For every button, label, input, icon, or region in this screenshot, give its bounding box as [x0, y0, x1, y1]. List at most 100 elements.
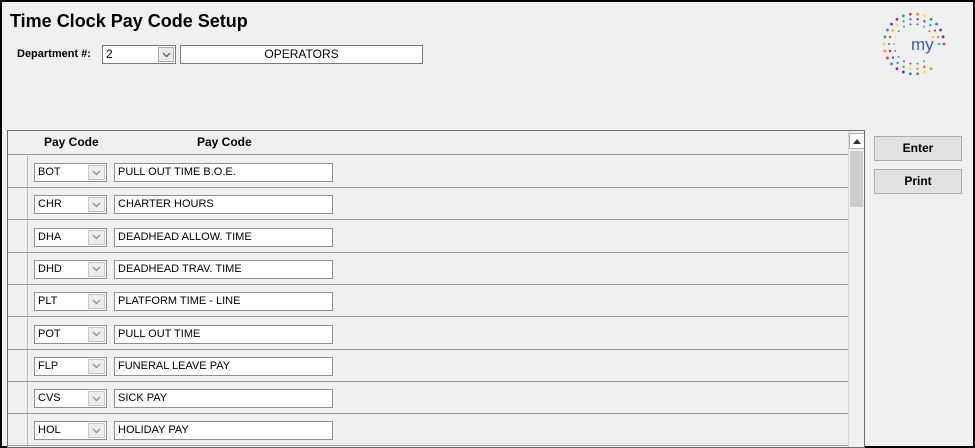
table-row[interactable]: PLT PLATFORM TIME - LINE: [8, 285, 849, 318]
pay-code-value: HOL: [38, 424, 61, 437]
chevron-down-icon[interactable]: [88, 423, 105, 439]
logo-dot: [896, 23, 899, 27]
pay-code-select[interactable]: POT: [34, 324, 107, 344]
pay-code-description[interactable]: DEADHEAD ALLOW. TIME: [114, 227, 333, 247]
department-name-field: OPERATORS: [180, 45, 423, 64]
logo-dot: [908, 12, 912, 16]
pay-code-description[interactable]: PLATFORM TIME - LINE: [114, 292, 333, 312]
pay-code-select[interactable]: FLP: [34, 356, 107, 376]
logo-dot: [923, 20, 926, 23]
logo-dot: [897, 55, 900, 58]
pay-code-description[interactable]: PULL OUT TIME: [114, 324, 333, 344]
logo-dot: [941, 35, 945, 39]
logo-dot: [903, 60, 905, 63]
pay-code-select[interactable]: PLT: [34, 292, 107, 312]
pay-code-value: CHR: [38, 198, 62, 211]
pay-code-select[interactable]: CHR: [34, 195, 107, 215]
logo-dot: [909, 18, 912, 21]
table-row[interactable]: BOT PULL OUT TIME B.O.E.: [8, 156, 849, 188]
chevron-down-icon[interactable]: [88, 326, 105, 342]
department-select[interactable]: 2: [102, 45, 176, 64]
chevron-down-icon[interactable]: [88, 391, 105, 407]
pay-code-value: FLP: [38, 359, 59, 372]
row-selector[interactable]: [8, 317, 28, 349]
logo-dot: [923, 70, 927, 74]
pay-code-description[interactable]: DEADHEAD TRAV. TIME: [114, 259, 333, 279]
logo-dot: [893, 43, 895, 45]
logo-dot: [916, 18, 919, 21]
chevron-down-icon[interactable]: [88, 261, 105, 277]
row-selector[interactable]: [8, 156, 28, 187]
table-row[interactable]: CHR CHARTER HOURS: [8, 188, 849, 221]
department-value: 2: [106, 47, 113, 61]
pay-code-description[interactable]: FUNERAL LEAVE PAY: [114, 356, 333, 376]
logo-dot: [896, 61, 899, 65]
pay-code-select[interactable]: HOL: [34, 421, 107, 441]
logo-dot: [916, 62, 919, 65]
column-header-pay-code-description: Pay Code: [197, 135, 252, 149]
logo-dot: [929, 23, 932, 27]
table-row[interactable]: CVS SICK PAY: [8, 382, 849, 415]
chevron-down-icon[interactable]: [88, 165, 105, 180]
chevron-down-icon[interactable]: [88, 358, 105, 374]
row-selector[interactable]: [8, 188, 28, 220]
pay-code-select[interactable]: CVS: [34, 389, 107, 409]
logo-dot: [939, 28, 942, 32]
chevron-down-icon[interactable]: [88, 294, 105, 310]
table-row[interactable]: DHA DEADHEAD ALLOW. TIME: [8, 220, 849, 253]
logo-dot: [895, 67, 899, 71]
pay-code-description[interactable]: PULL OUT TIME B.O.E.: [114, 163, 333, 182]
logo-dot: [886, 56, 889, 60]
table-row[interactable]: DHD DEADHEAD TRAV. TIME: [8, 252, 849, 285]
print-button[interactable]: Print: [874, 169, 962, 194]
logo-dot: [923, 65, 926, 68]
enter-button[interactable]: Enter: [874, 136, 962, 161]
logo-dot: [894, 49, 897, 52]
logo-dot: [891, 56, 895, 59]
pay-code-value: DHD: [38, 262, 62, 275]
logo-dot: [937, 42, 941, 46]
row-selector[interactable]: [8, 220, 28, 252]
logo-dot: [908, 72, 912, 76]
department-label: Department #:: [17, 48, 91, 60]
logo-dot: [942, 42, 946, 46]
scroll-up-arrow-icon[interactable]: [849, 133, 864, 149]
row-selector[interactable]: [8, 414, 28, 446]
row-selector[interactable]: [8, 382, 28, 414]
pay-code-select[interactable]: DHD: [34, 259, 107, 279]
pay-code-description[interactable]: HOLIDAY PAY: [114, 421, 333, 441]
row-selector[interactable]: [8, 285, 28, 317]
window-frame: Time Clock Pay Code Setup Department #: …: [0, 0, 975, 448]
pay-code-description[interactable]: SICK PAY: [114, 389, 333, 409]
chevron-down-icon[interactable]: [158, 47, 174, 62]
scrollbar-thumb[interactable]: [850, 151, 863, 207]
pay-code-value: CVS: [38, 392, 61, 405]
row-selector[interactable]: [8, 252, 28, 284]
logo-dot: [890, 22, 893, 26]
column-header-pay-code: Pay Code: [44, 135, 99, 149]
logo-dot: [887, 42, 891, 46]
table-row[interactable]: POT PULL OUT TIME: [8, 317, 849, 350]
pay-code-select[interactable]: DHA: [34, 227, 107, 247]
row-selector[interactable]: [8, 349, 28, 381]
logo-dot: [916, 67, 919, 70]
logo-dot: [923, 25, 925, 28]
chevron-down-icon[interactable]: [88, 229, 105, 245]
logo-dot: [886, 28, 889, 32]
table-row[interactable]: FLP FUNERAL LEAVE PAY: [8, 349, 849, 382]
chevron-down-icon[interactable]: [88, 197, 105, 213]
logo-dot: [936, 35, 940, 39]
logo-dot: [916, 72, 920, 76]
logo-dot: [929, 67, 933, 71]
logo-dot: [883, 49, 887, 53]
vertical-scrollbar[interactable]: [848, 131, 864, 447]
grid-header: Pay Code Pay Code: [8, 131, 849, 155]
pay-code-select[interactable]: BOT: [34, 163, 107, 182]
logo-dot: [916, 23, 919, 26]
table-row[interactable]: HOL HOLIDAY PAY: [8, 414, 849, 447]
logo-text: my: [911, 35, 934, 54]
pay-code-description[interactable]: CHARTER HOURS: [114, 195, 333, 215]
logo-dot: [909, 62, 912, 65]
pay-code-value: DHA: [38, 230, 62, 243]
logo-dot: [935, 22, 938, 26]
